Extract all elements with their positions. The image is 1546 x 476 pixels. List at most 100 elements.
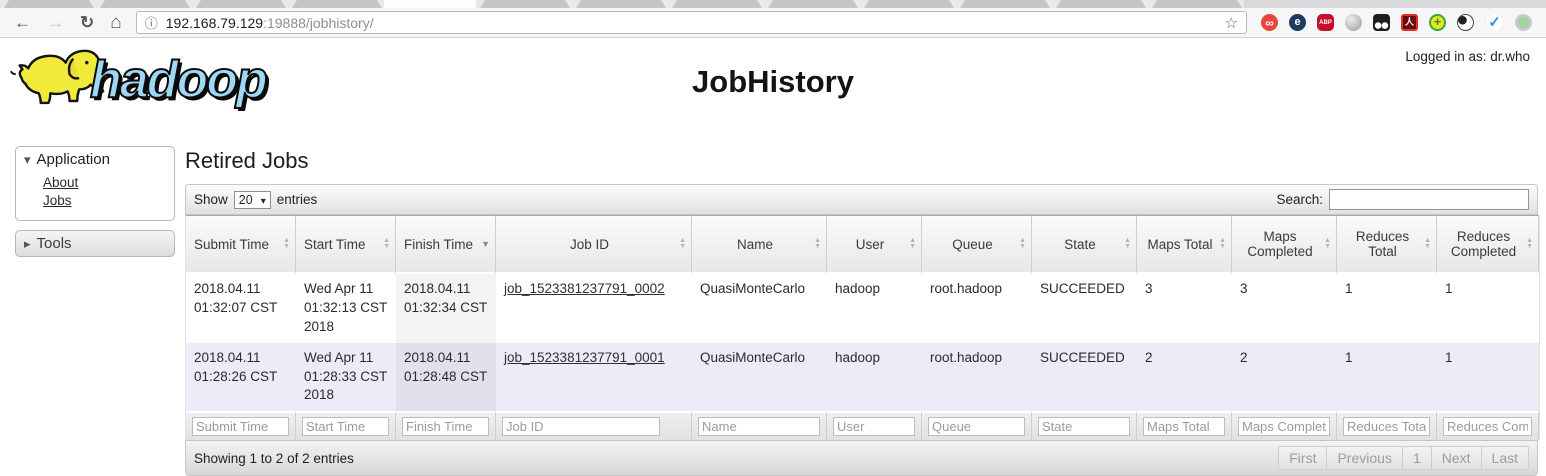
browser-tab[interactable]: [572, 0, 670, 8]
filter-cell: [1137, 411, 1232, 440]
browser-toolbar: 192.168.79.129:19888/jobhistory/ e ABP: [0, 8, 1546, 38]
retired-jobs-table: Submit Time Start Time Finish Time Job I…: [185, 215, 1540, 440]
accordion-header-application[interactable]: Application: [16, 147, 174, 172]
pagination-first-button[interactable]: First: [1278, 446, 1327, 470]
filter-input-maps-completed[interactable]: [1238, 417, 1330, 436]
profile-avatar-icon[interactable]: [1515, 14, 1532, 31]
browser-tab[interactable]: [764, 0, 862, 8]
cell-submit-time: 2018.04.11 01:28:26 CST: [186, 343, 296, 412]
filter-input-finish-time[interactable]: [402, 417, 489, 436]
column-header-submit-time[interactable]: Submit Time: [186, 215, 296, 274]
browser-tab-strip[interactable]: [0, 0, 1546, 8]
cell-user: hadoop: [827, 343, 922, 412]
pagination-previous-button[interactable]: Previous: [1326, 446, 1402, 470]
filter-input-reduces-completed[interactable]: [1443, 417, 1532, 436]
cell-state: SUCCEEDED: [1032, 274, 1137, 343]
filter-input-submit-time[interactable]: [192, 417, 289, 436]
table-row: 2018.04.11 01:32:07 CST Wed Apr 11 01:32…: [186, 274, 1539, 343]
browser-tab[interactable]: [476, 0, 574, 8]
column-header-start-time[interactable]: Start Time: [296, 215, 396, 274]
column-header-state[interactable]: State: [1032, 215, 1137, 274]
column-header-queue[interactable]: Queue: [922, 215, 1032, 274]
pagination-page-1-button[interactable]: 1: [1402, 446, 1432, 470]
sidebar-item-about[interactable]: About: [43, 174, 168, 192]
search-input[interactable]: [1329, 189, 1529, 210]
bookmark-star-icon[interactable]: [1225, 14, 1238, 32]
browser-tab[interactable]: [860, 0, 958, 8]
browser-tab[interactable]: [96, 0, 194, 8]
address-bar[interactable]: 192.168.79.129:19888/jobhistory/: [136, 11, 1247, 34]
e-extension-icon[interactable]: e: [1289, 14, 1306, 31]
browser-tab[interactable]: [288, 0, 386, 8]
sidebar: Application About Jobs Tools: [15, 146, 175, 476]
home-icon[interactable]: [110, 13, 121, 32]
infinity-extension-icon[interactable]: [1261, 14, 1278, 31]
url-host: 192.168.79.129: [166, 15, 263, 31]
accordion-label: Application: [37, 151, 110, 168]
blue-check-extension-icon[interactable]: [1485, 13, 1504, 32]
green-plus-extension-icon[interactable]: [1429, 14, 1446, 31]
browser-tab[interactable]: [192, 0, 290, 8]
column-header-reduces-completed[interactable]: Reduces Completed: [1437, 215, 1539, 274]
caret-right-icon: [24, 235, 37, 252]
browser-tab[interactable]: [1148, 0, 1246, 8]
filter-input-user[interactable]: [833, 417, 915, 436]
filter-cell: [186, 411, 296, 440]
column-header-user[interactable]: User: [827, 215, 922, 274]
retired-jobs-heading: Retired Jobs: [185, 148, 1538, 174]
cell-finish-time: 2018.04.11 01:28:48 CST: [396, 343, 496, 412]
cell-maps-total: 3: [1137, 274, 1232, 343]
adblock-plus-icon[interactable]: ABP: [1317, 14, 1334, 31]
sphere-extension-icon[interactable]: [1345, 14, 1362, 31]
sort-icon: [283, 238, 290, 250]
filter-cell: [1437, 411, 1539, 440]
column-header-reduces-total[interactable]: Reduces Total: [1337, 215, 1437, 274]
filter-input-name[interactable]: [698, 417, 820, 436]
filter-input-reduces-total[interactable]: [1343, 417, 1430, 436]
content-area: Application About Jobs Tools Retired Job…: [0, 134, 1546, 476]
pagination-next-button[interactable]: Next: [1431, 446, 1482, 470]
column-header-finish-time[interactable]: Finish Time: [396, 215, 496, 274]
logged-in-status: Logged in as: dr.who: [1405, 49, 1530, 64]
job-link[interactable]: job_1523381237791_0002: [504, 281, 665, 296]
browser-tab[interactable]: [668, 0, 766, 8]
sort-icon: [679, 238, 686, 250]
pagination: First Previous 1 Next Last: [1279, 446, 1529, 470]
cat-extension-icon[interactable]: [1457, 14, 1474, 31]
column-header-maps-completed[interactable]: Maps Completed: [1232, 215, 1337, 274]
cell-reduces-total: 1: [1337, 343, 1437, 412]
sidebar-item-jobs[interactable]: Jobs: [43, 192, 168, 210]
table-info: Showing 1 to 2 of 2 entries: [194, 451, 354, 466]
browser-tab[interactable]: [956, 0, 1054, 8]
application-links: About Jobs: [16, 172, 174, 220]
reload-icon[interactable]: [80, 14, 94, 31]
url-path: :19888/jobhistory/: [263, 15, 374, 31]
column-header-job-id[interactable]: Job ID: [496, 215, 692, 274]
adobe-acrobat-icon[interactable]: [1401, 14, 1418, 31]
job-link[interactable]: job_1523381237791_0001: [504, 350, 665, 365]
cell-job-id: job_1523381237791_0002: [496, 274, 692, 343]
filter-input-queue[interactable]: [928, 417, 1025, 436]
filter-input-state[interactable]: [1038, 417, 1130, 436]
column-header-maps-total[interactable]: Maps Total: [1137, 215, 1232, 274]
filter-cell: [1337, 411, 1437, 440]
browser-tab[interactable]: [1052, 0, 1150, 8]
accordion-header-tools[interactable]: Tools: [15, 230, 175, 257]
cell-user: hadoop: [827, 274, 922, 343]
entries-select-value: 20: [239, 193, 253, 207]
cell-reduces-completed: 1: [1437, 274, 1539, 343]
sort-icon: [1526, 238, 1533, 250]
back-icon[interactable]: [14, 14, 31, 31]
filter-input-maps-total[interactable]: [1143, 417, 1225, 436]
filter-cell: [692, 411, 827, 440]
domino-extension-icon[interactable]: [1373, 14, 1390, 31]
browser-active-tab[interactable]: [384, 0, 476, 8]
pagination-last-button[interactable]: Last: [1481, 446, 1529, 470]
entries-select[interactable]: 20: [234, 191, 271, 209]
page-info-icon[interactable]: [145, 13, 166, 33]
browser-tab[interactable]: [0, 0, 98, 8]
filter-input-job-id[interactable]: [502, 417, 660, 436]
filter-input-start-time[interactable]: [302, 417, 389, 436]
forward-icon[interactable]: [47, 14, 64, 31]
column-header-name[interactable]: Name: [692, 215, 827, 274]
